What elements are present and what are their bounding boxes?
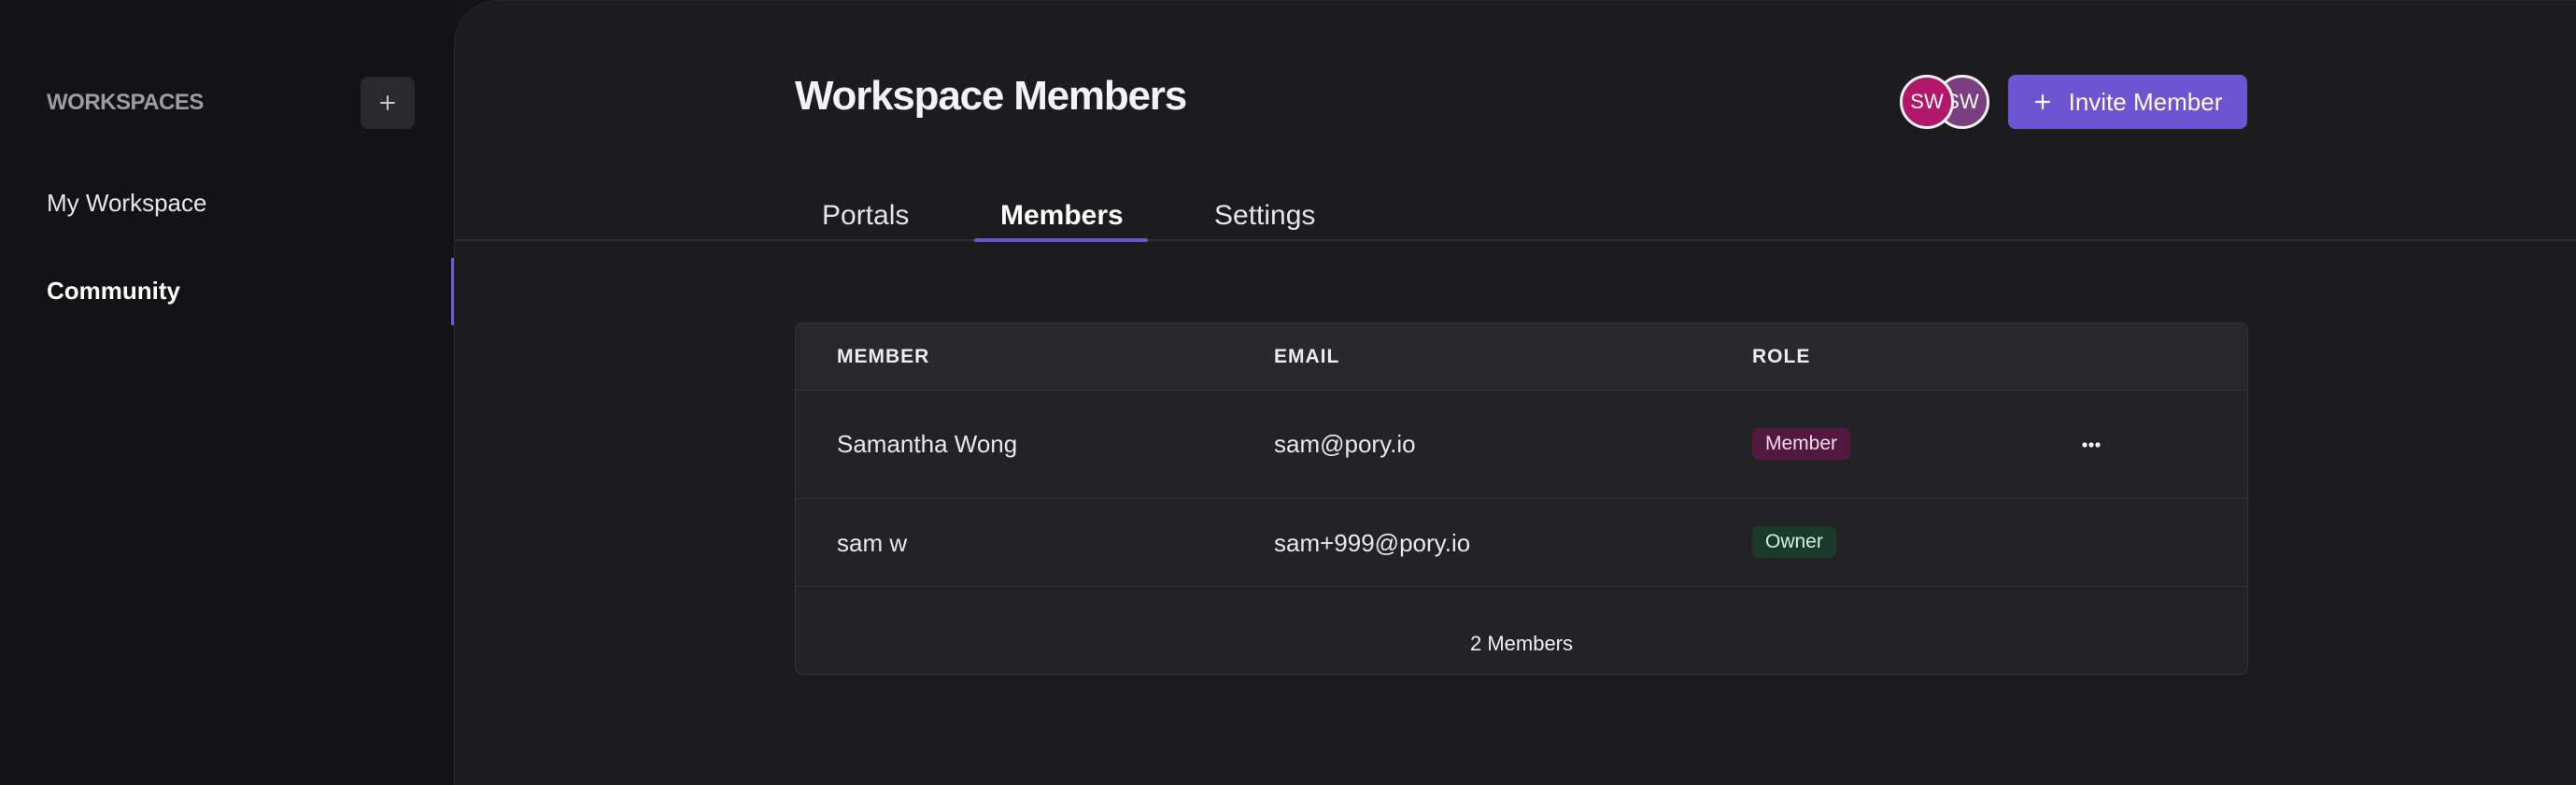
row-menu-button[interactable] [2073, 431, 2110, 459]
column-header-member: MEMBER [837, 346, 930, 367]
add-workspace-button[interactable] [361, 77, 415, 129]
member-name: Samantha Wong [837, 430, 1018, 458]
column-header-role: ROLE [1752, 346, 1811, 367]
avatar[interactable]: SW [1900, 75, 1954, 129]
page-title: Workspace Members [795, 73, 1187, 119]
workspaces-header: WORKSPACES [47, 77, 415, 129]
plus-icon [380, 95, 395, 110]
sidebar-item-my-workspace[interactable]: My Workspace [47, 189, 206, 218]
workspaces-title: WORKSPACES [47, 90, 204, 115]
more-horizontal-icon [2082, 442, 2101, 448]
active-tab-indicator [974, 238, 1148, 242]
role-badge: Owner [1752, 526, 1836, 558]
plus-icon [2034, 93, 2050, 110]
sidebar: WORKSPACES My Workspace Community [0, 0, 454, 785]
member-email: sam+999@pory.io [1274, 529, 1471, 557]
table-row: sam w sam+999@pory.io Owner [796, 499, 2247, 587]
tabs-divider [455, 239, 2576, 241]
invite-member-label: Invite Member [2068, 87, 2223, 116]
tab-portals[interactable]: Portals [822, 200, 909, 232]
role-badge: Member [1752, 428, 1851, 460]
invite-member-button[interactable]: Invite Member [2008, 75, 2247, 129]
column-header-email: EMAIL [1274, 346, 1340, 367]
sidebar-item-community[interactable]: Community [47, 277, 180, 306]
member-email: sam@pory.io [1274, 430, 1416, 458]
table-row: Samantha Wong sam@pory.io Member [796, 391, 2247, 499]
table-header: MEMBER EMAIL ROLE [796, 323, 2247, 391]
member-name: sam w [837, 529, 908, 557]
members-table: MEMBER EMAIL ROLE Samantha Wong sam@pory… [795, 322, 2248, 675]
tab-settings[interactable]: Settings [1214, 200, 1315, 232]
members-count: 2 Members [1469, 632, 1574, 655]
tab-members[interactable]: Members [1000, 200, 1124, 232]
member-avatars[interactable]: SW SW [1900, 75, 1989, 129]
